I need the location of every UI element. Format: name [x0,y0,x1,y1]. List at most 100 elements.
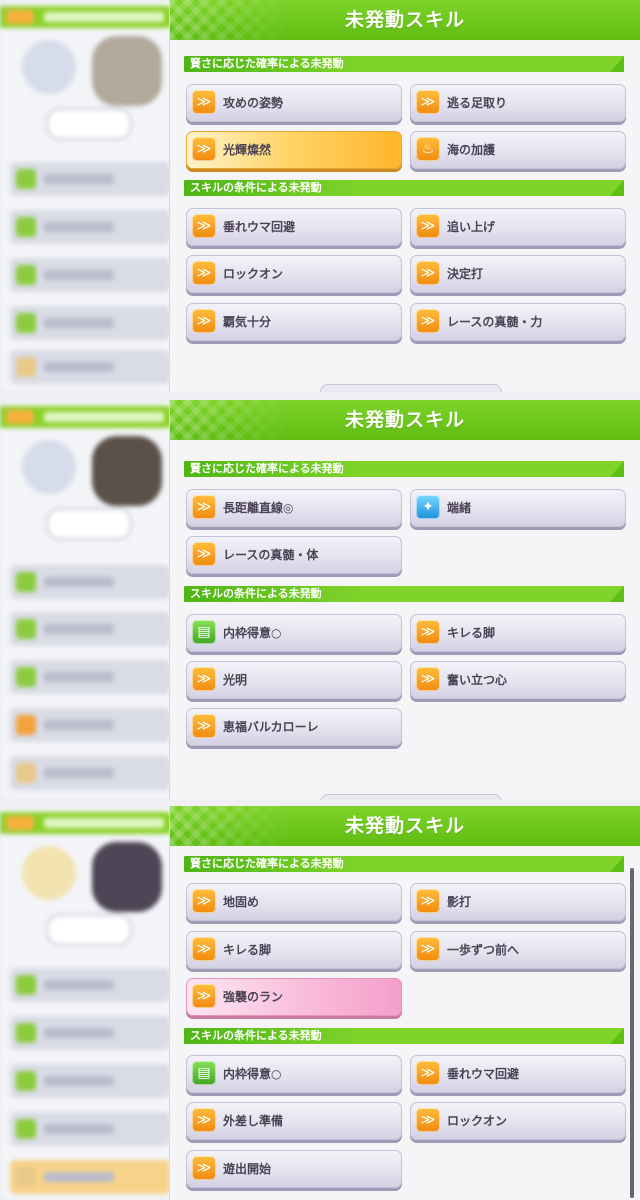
speed-skill-icon: ≫ [192,214,216,238]
skill-item[interactable]: ≫ キレる脚 [410,614,626,652]
dialog-title: 未発動スキル [344,9,465,31]
unactivated-skills-dialog: 未発動スキル 賢さに応じた確率による未発動 ≫ 長距離直線◎ ✦ 端緒 ≫ レー… [169,400,640,800]
skill-item[interactable]: ≫ 遊出開始 [186,1150,402,1188]
speed-skill-icon: ≫ [416,889,440,913]
speed-skill-icon: ≫ [192,495,216,519]
skill-name: 覇気十分 [223,315,272,329]
dialog-titlebar: 未発動スキル [170,0,640,40]
skill-item[interactable]: ≫ キレる脚 [186,931,402,969]
green-skill-icon: ▤ [192,1061,216,1085]
skill-name: 海の加護 [447,143,496,157]
speed-skill-icon: ≫ [192,137,216,161]
skill-item[interactable]: ≫ 地固め [186,883,402,921]
skill-name: 長距離直線◎ [223,501,294,515]
skill-item[interactable]: ≫ 垂れウマ回避 [186,208,402,246]
section-header: 賢さに応じた確率による未発動 [184,461,624,477]
skill-item-rare[interactable]: ≫ 強襲のラン [186,978,402,1016]
skill-item[interactable]: ≫ 攻めの姿勢 [186,84,402,122]
section-label: 賢さに応じた確率による未発動 [190,462,344,475]
speed-skill-icon: ≫ [192,1108,216,1132]
skill-item-rare[interactable]: ≫ 光輝燦然 [186,131,402,169]
trainee-avatar [22,846,76,900]
skill-name: ロックオン [223,267,284,281]
speed-skill-icon: ≫ [192,714,216,738]
skill-item[interactable]: ▤ 内枠得意○ [186,614,402,652]
skill-name: 逃る足取り [447,96,508,110]
skill-name: 影打 [447,895,472,909]
unactivated-skills-dialog: 未発動スキル 賢さに応じた確率による未発動 ≫ 攻めの姿勢 ≫ 逃る足取り ≫ … [169,0,640,392]
dialog-title: 未発動スキル [344,815,465,837]
skill-item[interactable]: ≫ 長距離直線◎ [186,489,402,527]
skill-item[interactable]: ≫ 逃る足取り [410,84,626,122]
skill-item[interactable]: ≫ 影打 [410,883,626,921]
skill-item[interactable]: ▤ 内枠得意○ [186,1055,402,1093]
skill-name: 奮い立つ心 [447,673,508,687]
speed-skill-icon: ≫ [416,1061,440,1085]
blurred-background [0,0,175,392]
skill-name: キレる脚 [447,626,496,640]
skill-item[interactable]: ≫ 光明 [186,661,402,699]
skill-item[interactable]: ✦ 端緒 [410,489,626,527]
speed-skill-icon: ≫ [192,667,216,691]
speed-skill-icon: ≫ [192,309,216,333]
blue-skill-icon: ✦ [416,495,440,519]
skill-name: 内枠得意○ [223,1067,282,1081]
speed-skill-icon: ≫ [416,214,440,238]
skill-item[interactable]: ≫ 覇気十分 [186,303,402,341]
section-header: スキルの条件による未発動 [184,1028,624,1044]
blurred-button [46,508,132,540]
skill-name: 垂れウマ回避 [447,1067,520,1081]
speed-skill-icon: ≫ [192,542,216,566]
skill-name: 恵福バルカローレ [223,720,319,734]
blurred-background [0,400,175,800]
screenshot-panel-1: 未発動スキル 賢さに応じた確率による未発動 ≫ 攻めの姿勢 ≫ 逃る足取り ≫ … [0,0,640,392]
speed-skill-icon: ≫ [416,309,440,333]
trainee-avatar [22,40,76,94]
skill-name: 地固め [223,895,260,909]
skill-name: 遊出開始 [223,1162,272,1176]
blurred-button [46,108,132,140]
speed-skill-icon: ≫ [416,667,440,691]
skill-name: 端緒 [447,501,472,515]
skill-item[interactable]: ≫ レースの真髄・体 [186,536,402,574]
skill-name: 外差し準備 [223,1114,284,1128]
screenshot-panel-2: 未発動スキル 賢さに応じた確率による未発動 ≫ 長距離直線◎ ✦ 端緒 ≫ レー… [0,400,640,800]
blurred-button [46,914,132,946]
character-portrait [92,36,162,106]
skill-item[interactable]: ≫ 一歩ずつ前へ [410,931,626,969]
section-label: スキルの条件による未発動 [190,587,322,600]
skill-item[interactable]: ≫ 決定打 [410,255,626,293]
skill-name: 内枠得意○ [223,626,282,640]
close-button[interactable] [320,384,502,392]
section-label: スキルの条件による未発動 [190,1029,322,1042]
trainee-avatar [22,440,76,494]
section-header: スキルの条件による未発動 [184,586,624,602]
skill-item[interactable]: ≫ ロックオン [186,255,402,293]
skill-name: 攻めの姿勢 [223,96,284,110]
skill-item[interactable]: ≫ ロックオン [410,1102,626,1140]
skill-name: 光輝燦然 [223,143,272,157]
skill-item[interactable]: ≫ 垂れウマ回避 [410,1055,626,1093]
section-label: 賢さに応じた確率による未発動 [190,857,344,870]
skill-name: 一歩ずつ前へ [447,943,520,957]
skill-item[interactable]: ≫ レースの真髄・力 [410,303,626,341]
skill-item[interactable]: ≫ 恵福バルカローレ [186,708,402,746]
skill-name: キレる脚 [223,943,272,957]
speed-skill-icon: ≫ [416,1108,440,1132]
speed-skill-icon: ≫ [192,984,216,1008]
screenshot-panel-3: 未発動スキル 賢さに応じた確率による未発動 ≫ 地固め ≫ 影打 ≫ キレる脚 … [0,806,640,1200]
skill-name: 強襲のラン [223,990,284,1004]
skill-item[interactable]: ≫ 追い上げ [410,208,626,246]
speed-skill-icon: ≫ [416,90,440,114]
green-skill-icon: ▤ [192,620,216,644]
dialog-titlebar: 未発動スキル [170,806,640,846]
skill-name: 追い上げ [447,220,496,234]
skill-item[interactable]: ≫ 奮い立つ心 [410,661,626,699]
section-header: スキルの条件による未発動 [184,180,624,196]
scrollbar[interactable] [630,868,634,1198]
skill-item[interactable]: ♨ 海の加護 [410,131,626,169]
speed-skill-icon: ≫ [192,261,216,285]
blurred-background [0,806,175,1200]
panel-divider [0,392,640,400]
skill-item[interactable]: ≫ 外差し準備 [186,1102,402,1140]
